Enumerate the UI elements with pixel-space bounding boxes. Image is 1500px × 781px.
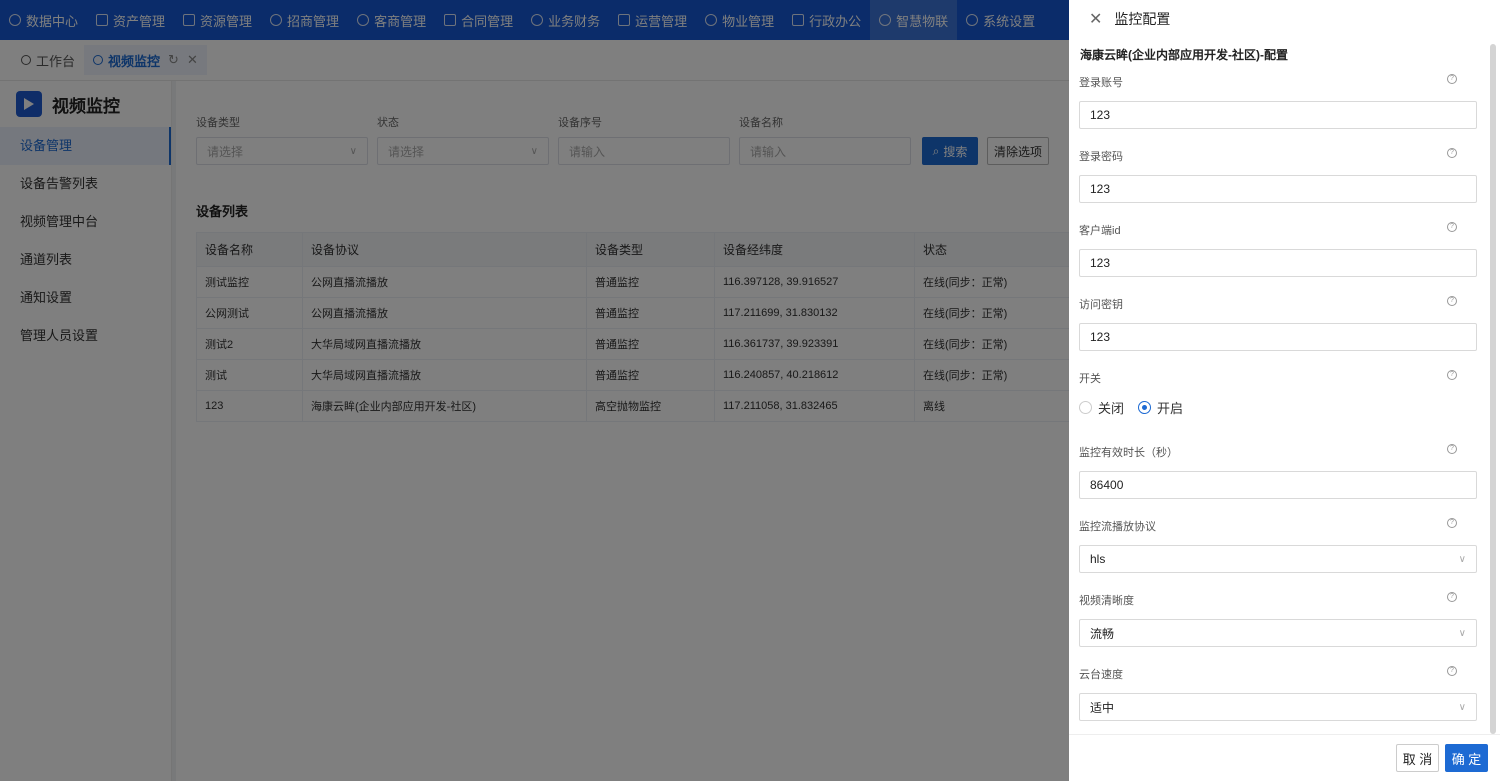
field-ptz-speed: 云台速度? 适中 ∨: [1079, 666, 1477, 721]
duration-input[interactable]: 86400: [1079, 471, 1477, 499]
help-icon[interactable]: ?: [1447, 222, 1457, 232]
help-icon[interactable]: ?: [1447, 518, 1457, 528]
field-label-row: 开关?: [1079, 370, 1477, 385]
secret-input[interactable]: 123: [1079, 323, 1477, 351]
field-duration: 监控有效时长（秒）? 86400: [1079, 444, 1477, 499]
confirm-button[interactable]: 确 定: [1445, 744, 1488, 772]
account-input[interactable]: 123: [1079, 101, 1477, 129]
field-label: 开关: [1079, 373, 1101, 385]
radio-on[interactable]: 开启: [1138, 398, 1183, 417]
field-label: 客户端id: [1079, 225, 1121, 237]
help-icon[interactable]: ?: [1447, 444, 1457, 454]
field-clarity: 视频清晰度? 流畅 ∨: [1079, 592, 1477, 647]
drawer-header: ✕ 监控配置: [1069, 0, 1500, 38]
drawer-subtitle: 海康云眸(企业内部应用开发-社区)-配置: [1080, 48, 1288, 62]
field-label-row: 客户端id?: [1079, 222, 1477, 237]
field-label-row: 监控流播放协议?: [1079, 518, 1477, 533]
input-value: 86400: [1090, 478, 1124, 492]
input-value: 123: [1090, 330, 1111, 344]
radio-label: 关闭: [1098, 401, 1125, 416]
field-label: 视频清晰度: [1079, 595, 1134, 607]
field-label-row: 云台速度?: [1079, 666, 1477, 681]
chevron-down-icon: ∨: [1458, 553, 1466, 565]
field-secret: 访问密钥? 123: [1079, 296, 1477, 351]
close-icon[interactable]: ✕: [1089, 9, 1102, 29]
field-label-row: 登录账号?: [1079, 74, 1477, 89]
input-value: 123: [1090, 108, 1111, 122]
chevron-down-icon: ∨: [1458, 627, 1466, 639]
config-drawer: ✕ 监控配置 海康云眸(企业内部应用开发-社区)-配置 登录账号? 123 登录…: [1069, 0, 1500, 781]
help-icon[interactable]: ?: [1447, 148, 1457, 158]
radio-circle: [1079, 401, 1092, 414]
input-value: 123: [1090, 256, 1111, 270]
help-icon[interactable]: ?: [1447, 592, 1457, 602]
radio-label: 开启: [1157, 401, 1184, 416]
clarity-select[interactable]: 流畅 ∨: [1079, 619, 1477, 647]
chevron-down-icon: ∨: [1458, 701, 1466, 713]
drawer-footer: 取 消 确 定: [1069, 734, 1500, 781]
password-input[interactable]: 123: [1079, 175, 1477, 203]
field-label: 云台速度: [1079, 669, 1123, 681]
radio-off[interactable]: 关闭: [1079, 398, 1124, 417]
scrollbar[interactable]: [1490, 44, 1496, 734]
help-icon[interactable]: ?: [1447, 296, 1457, 306]
field-label: 监控流播放协议: [1079, 521, 1156, 533]
drawer-title: 监控配置: [1114, 11, 1171, 27]
input-value: 123: [1090, 182, 1111, 196]
field-label: 访问密钥: [1079, 299, 1123, 311]
field-label: 登录密码: [1079, 151, 1123, 163]
cancel-button[interactable]: 取 消: [1396, 744, 1439, 772]
client-id-input[interactable]: 123: [1079, 249, 1477, 277]
field-label: 监控有效时长（秒）: [1079, 447, 1178, 459]
field-label-row: 监控有效时长（秒）?: [1079, 444, 1477, 459]
select-value: hls: [1090, 552, 1106, 566]
select-value: 适中: [1090, 700, 1115, 715]
field-password: 登录密码? 123: [1079, 148, 1477, 203]
field-label: 登录账号: [1079, 77, 1123, 89]
help-icon[interactable]: ?: [1447, 370, 1457, 380]
field-account: 登录账号? 123: [1079, 74, 1477, 129]
field-protocol: 监控流播放协议? hls ∨: [1079, 518, 1477, 573]
protocol-select[interactable]: hls ∨: [1079, 545, 1477, 573]
field-label-row: 视频清晰度?: [1079, 592, 1477, 607]
radio-circle-selected: [1138, 401, 1152, 414]
modal-overlay[interactable]: [0, 0, 1069, 781]
help-icon[interactable]: ?: [1447, 74, 1457, 84]
help-icon[interactable]: ?: [1447, 666, 1457, 676]
switch-radio-group: 关闭 开启: [1079, 398, 1477, 417]
field-switch: 开关? 关闭 开启: [1079, 370, 1477, 417]
select-value: 流畅: [1090, 626, 1115, 641]
field-client-id: 客户端id? 123: [1079, 222, 1477, 277]
ptz-speed-select[interactable]: 适中 ∨: [1079, 693, 1477, 721]
field-label-row: 访问密钥?: [1079, 296, 1477, 311]
field-label-row: 登录密码?: [1079, 148, 1477, 163]
